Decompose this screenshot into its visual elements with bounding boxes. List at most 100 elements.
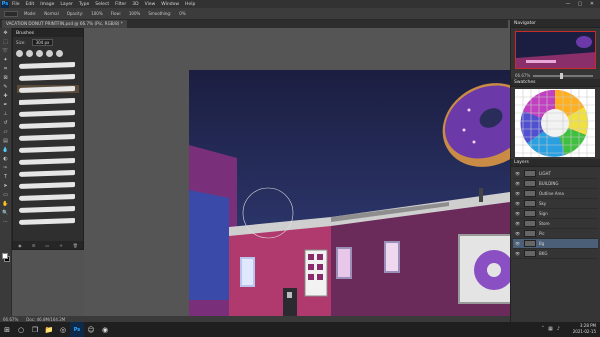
photoshop-icon[interactable]: Ps [70,322,84,337]
brush-tip[interactable] [46,50,53,57]
brush-preset[interactable] [17,205,79,213]
visibility-eye-icon[interactable]: 👁 [515,211,521,216]
color-wheel-swatches[interactable] [515,89,595,157]
brush-tip[interactable] [26,50,33,57]
brush-size-input[interactable]: 304 px [31,39,54,46]
file-explorer-icon[interactable]: 📁 [42,322,56,337]
layer-row[interactable]: 👁 BKG [513,249,598,259]
layer-row[interactable]: 👁 Store [513,219,598,229]
crop-tool-icon[interactable]: ⌗ [2,66,10,73]
layer-row[interactable]: 👁 Pic [513,229,598,239]
visibility-eye-icon[interactable]: 👁 [515,231,521,236]
navigator-tab[interactable]: Navigator [511,20,600,28]
visibility-eye-icon[interactable]: 👁 [515,171,521,176]
close-button[interactable]: ✕ [586,1,598,7]
brush-preset-picker[interactable] [4,10,18,17]
mode-select[interactable]: Normal [44,11,58,16]
lasso-tool-icon[interactable]: ➰ [2,48,10,55]
zoom-readout[interactable]: 66.67% [3,317,18,322]
windows-icon[interactable]: ⊞ [0,322,14,337]
search-icon[interactable]: ○ [14,322,28,337]
visibility-eye-icon[interactable]: 👁 [515,181,521,186]
zoom-tool-icon[interactable]: 🔍 [2,210,10,217]
layer-row[interactable]: 👁 Outline Area [513,189,598,199]
brush-preset[interactable] [17,157,79,165]
path-selection-icon[interactable]: ➤ [2,183,10,190]
layers-tab[interactable]: Layers [511,159,600,167]
network-icon[interactable]: ▦ [548,326,553,332]
brush-preset[interactable] [17,61,79,69]
new-folder-icon[interactable]: ▭ [45,243,49,248]
layer-row[interactable]: 👁 Sign [513,209,598,219]
pen-tool-icon[interactable]: ✑ [2,165,10,172]
brush-preset[interactable] [17,133,79,141]
brush-preset-selected[interactable] [17,85,79,93]
brush-preset[interactable] [17,145,79,153]
menu-3d[interactable]: 3D [132,2,138,7]
smoothing-value[interactable]: 0% [179,11,185,16]
brush-preset[interactable] [17,193,79,201]
foreground-color-swatch[interactable] [2,253,8,259]
maximize-button[interactable]: ▢ [574,1,586,7]
brush-tool-icon[interactable]: ✒ [2,102,10,109]
new-brush-icon[interactable]: + [59,243,62,248]
brush-preset[interactable] [17,73,79,81]
brush-preset[interactable] [17,217,79,225]
delete-brush-icon[interactable]: 🗑 [73,243,78,248]
hand-tool-icon[interactable]: ✋ [2,201,10,208]
menu-select[interactable]: Select [95,2,109,7]
healing-brush-icon[interactable]: ✚ [2,93,10,100]
swatches-tab[interactable]: Swatches [511,79,600,87]
blur-tool-icon[interactable]: 💧 [2,147,10,154]
task-view-icon[interactable]: ❐ [28,322,42,337]
brush-preset[interactable] [17,121,79,129]
canvas-area[interactable] [84,28,510,316]
gradient-tool-icon[interactable]: ▤ [2,138,10,145]
magic-wand-icon[interactable]: ✦ [2,57,10,64]
chevron-up-icon[interactable]: ˄ [542,326,545,332]
brush-preset[interactable] [17,169,79,177]
navigator-preview[interactable] [515,31,596,69]
flow-value[interactable]: 100% [129,11,140,16]
chrome-icon[interactable]: ◎ [56,322,70,337]
brush-preset[interactable] [17,109,79,117]
layer-row[interactable]: 👁 LIGHT [513,169,598,179]
dodge-tool-icon[interactable]: ◐ [2,156,10,163]
navigator-zoom-slider[interactable] [533,72,593,79]
menu-filter[interactable]: Filter [115,2,126,7]
brush-preset[interactable] [17,97,79,105]
discord-icon[interactable]: ☺ [84,322,98,337]
brush-preset[interactable] [17,181,79,189]
menu-window[interactable]: Window [161,2,179,7]
document-canvas[interactable] [189,70,510,316]
visibility-eye-icon[interactable]: 👁 [515,251,521,256]
toggle-preview-icon[interactable]: ◉ [18,243,22,248]
volume-icon[interactable]: ♪ [557,326,560,332]
rectangle-tool-icon[interactable]: ▭ [2,192,10,199]
frame-tool-icon[interactable]: ⊠ [2,75,10,82]
layer-row[interactable]: 👁 Sky [513,199,598,209]
eyedropper-icon[interactable]: ✎ [2,84,10,91]
brush-tip[interactable] [16,50,23,57]
layer-row[interactable]: 👁 BUILDING [513,179,598,189]
opacity-value[interactable]: 100% [91,11,102,16]
minimize-button[interactable]: — [562,1,574,7]
steam-icon[interactable]: ◉ [98,322,112,337]
clone-stamp-icon[interactable]: ⊥ [2,111,10,118]
visibility-eye-icon[interactable]: 👁 [515,191,521,196]
menu-image[interactable]: Image [40,2,54,7]
visibility-eye-icon[interactable]: 👁 [515,241,521,246]
eraser-icon[interactable]: ▱ [2,129,10,136]
marquee-tool-icon[interactable]: ⬚ [2,39,10,46]
document-tab[interactable]: VACATION DONUT PRINTFIN.psd @ 66.7% (Pic… [2,20,127,28]
visibility-eye-icon[interactable]: 👁 [515,221,521,226]
menu-type[interactable]: Type [79,2,89,7]
history-brush-icon[interactable]: ↺ [2,120,10,127]
navigator-zoom-value[interactable]: 66.67% [515,73,530,78]
brushes-panel-title[interactable]: Brushes [13,29,83,37]
menu-layer[interactable]: Layer [60,2,73,7]
brush-tip[interactable] [56,50,63,57]
clock[interactable]: 3:28 PM 2021-02-15 [573,323,596,335]
menu-help[interactable]: Help [185,2,195,7]
menu-view[interactable]: View [145,2,156,7]
